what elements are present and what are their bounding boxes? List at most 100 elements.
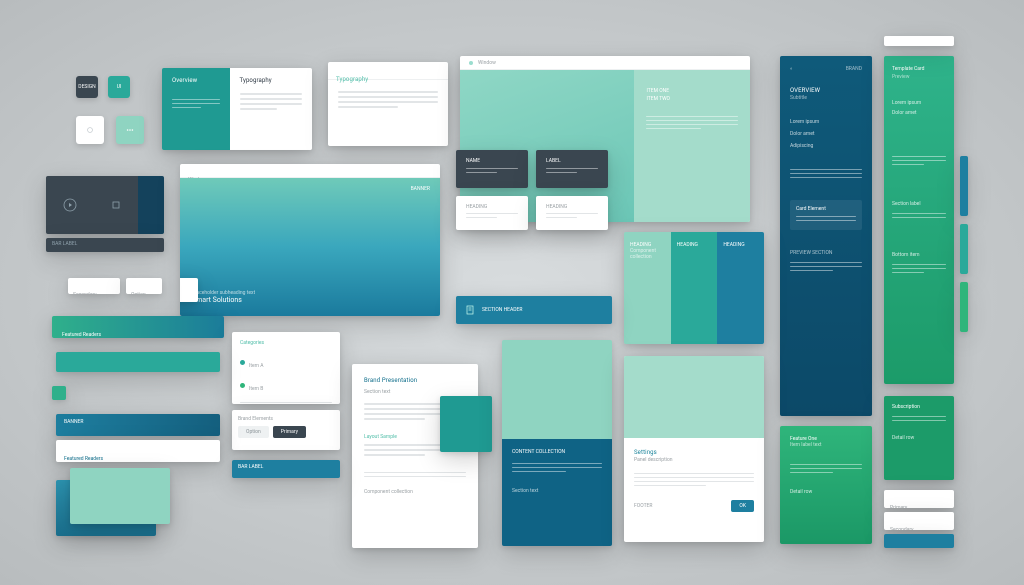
tall-green-title: Template Card — [892, 66, 946, 72]
media-card — [46, 176, 164, 234]
chip-overlay-a[interactable]: Primary — [180, 278, 198, 302]
teal-bar — [56, 352, 220, 372]
media-bar-label: BAR LABEL — [52, 241, 77, 247]
hero-col2: ITEM TWO — [646, 96, 738, 102]
info-card-b[interactable]: HEADING — [536, 196, 608, 230]
right-chip-c — [884, 534, 954, 548]
hero-window-tab: Window — [478, 60, 496, 66]
label-chip-a[interactable]: Secondary — [68, 278, 120, 294]
list-row-b[interactable]: Item B — [249, 386, 263, 392]
placeholder-icon — [86, 126, 94, 134]
tall-navy-l3: Adipiscing — [790, 143, 862, 149]
under-options-bar: BAR LABEL — [232, 460, 340, 478]
twotone-card-foot: Section text — [512, 488, 602, 494]
tall-green-l1: Lorem ipsum — [892, 100, 946, 106]
settings-panel-title: Settings — [634, 448, 754, 457]
tall-green-l3: Section label — [892, 201, 946, 207]
dot-tile — [52, 386, 66, 400]
chip-overlay-a-label: Primary — [180, 282, 194, 288]
green-card: Feature One Item label text Detail row — [780, 426, 872, 544]
paper-sheet-a: Brand Presentation Section text Layout S… — [352, 364, 478, 548]
doc-banner[interactable]: SECTION HEADER — [456, 296, 612, 324]
banner-a[interactable]: Featured Readers — [52, 316, 224, 338]
green-card-b-title: Subscription — [892, 404, 946, 410]
chip-1-label: DESIGN — [78, 84, 95, 90]
options-chip-b[interactable]: Primary — [273, 426, 306, 438]
document-icon — [466, 305, 476, 315]
tall-navy-foot: PREVIEW SECTION — [790, 250, 862, 256]
paper-sheet-a-title: Brand Presentation — [364, 376, 466, 385]
right-chip-b[interactable]: Secondary — [884, 512, 954, 530]
list-card-title: Categories — [240, 340, 332, 346]
paper-sheet-a-foot: Component collection — [364, 489, 466, 495]
media-bar: BAR LABEL — [46, 238, 164, 252]
chip-2[interactable]: UI — [108, 76, 130, 98]
settings-panel-foot: FOOTER — [634, 503, 652, 509]
settings-panel: Settings Panel description FOOTER OK — [624, 356, 764, 542]
right-chip-a[interactable]: Primary — [884, 490, 954, 508]
layer-window-headline: Smart Solutions — [192, 296, 255, 304]
chip-2-label: UI — [117, 84, 122, 90]
tall-navy-brand-mark: ◐ — [790, 66, 793, 72]
contact-card-a[interactable]: NAME — [456, 150, 528, 188]
options-chip-a[interactable]: Option — [238, 426, 269, 438]
label-chip-b[interactable]: Option — [126, 278, 162, 294]
contact-card-a-name: NAME — [466, 158, 518, 164]
doc-banner-label: SECTION HEADER — [482, 307, 522, 313]
chip-1[interactable]: DESIGN — [76, 76, 98, 98]
green-card-b-line: Detail row — [892, 435, 946, 441]
layer-window: Window Placeholder subheading text Smart… — [180, 164, 440, 316]
top-rule — [884, 36, 954, 46]
settings-panel-button[interactable]: OK — [731, 500, 754, 512]
list-card: Categories Item A Item B — [232, 332, 340, 404]
tall-navy-l1: Lorem ipsum — [790, 119, 862, 125]
twotone-card: CONTENT COLLECTION Section text — [502, 340, 612, 546]
dots-icon — [126, 126, 134, 134]
label-chip-a-text: Secondary — [73, 292, 97, 294]
chip-3[interactable] — [76, 116, 104, 144]
green-card-b: Subscription Detail row — [884, 396, 954, 480]
tall-navy-l2: Dolor amet — [790, 131, 862, 137]
hero-col1: ITEM ONE — [646, 88, 738, 94]
side-strip-c — [960, 282, 968, 332]
card-top-a: Overview Typography — [162, 68, 312, 150]
green-card-line: Detail row — [790, 489, 862, 495]
info-card-a-title: HEADING — [466, 204, 518, 210]
info-card-b-title: HEADING — [546, 204, 598, 210]
play-icon[interactable] — [63, 198, 77, 212]
card-top-b-sub: Typography — [336, 76, 368, 83]
options-card-title: Brand Elements — [238, 416, 334, 422]
contact-card-b[interactable]: LABEL — [536, 150, 608, 188]
paper-sheet-a-sub: Section text — [364, 389, 466, 395]
contact-card-b-name: LABEL — [546, 158, 598, 164]
accent-block — [440, 396, 492, 452]
tall-green-l2: Dolor amet — [892, 110, 946, 116]
layer-window-sub: Placeholder subheading text — [192, 290, 255, 296]
ocean-bar-a[interactable]: BANNER — [56, 414, 220, 436]
list-row-a[interactable]: Item A — [249, 363, 264, 369]
chip-4[interactable] — [116, 116, 144, 144]
circle-icon — [468, 60, 474, 66]
layer-window-tag: BANNER — [411, 186, 430, 192]
trio-columns: HEADING Component collection HEADING HEA… — [624, 232, 764, 344]
settings-panel-sub: Panel description — [634, 457, 754, 463]
trio-col-b: HEADING — [677, 242, 712, 248]
right-chip-b-label: Secondary — [890, 527, 914, 530]
white-bar[interactable]: Featured Readers — [56, 440, 220, 462]
trio-col-c: HEADING — [723, 242, 758, 248]
tall-green-sub: Preview — [892, 74, 946, 80]
side-strip-a — [960, 156, 968, 216]
under-options-bar-label: BAR LABEL — [232, 460, 340, 474]
card-top-b: Typography — [328, 62, 448, 146]
tall-navy-title: OVERVIEW — [790, 86, 862, 95]
info-card-a[interactable]: HEADING — [456, 196, 528, 230]
tall-navy-panel: ◐ BRAND OVERVIEW Subtitle Lorem ipsum Do… — [780, 56, 872, 416]
tall-navy-box: Card Element — [796, 206, 856, 212]
options-card: Brand Elements Option Primary — [232, 410, 340, 450]
square-icon[interactable] — [111, 200, 121, 210]
twotone-card-title: CONTENT COLLECTION — [512, 449, 602, 455]
tall-navy-sub: Subtitle — [790, 95, 862, 101]
banner-a-label: Featured Readers — [62, 332, 101, 338]
tall-green-l4: Bottom item — [892, 252, 946, 258]
trio-col-a-sub: Component collection — [630, 248, 665, 260]
